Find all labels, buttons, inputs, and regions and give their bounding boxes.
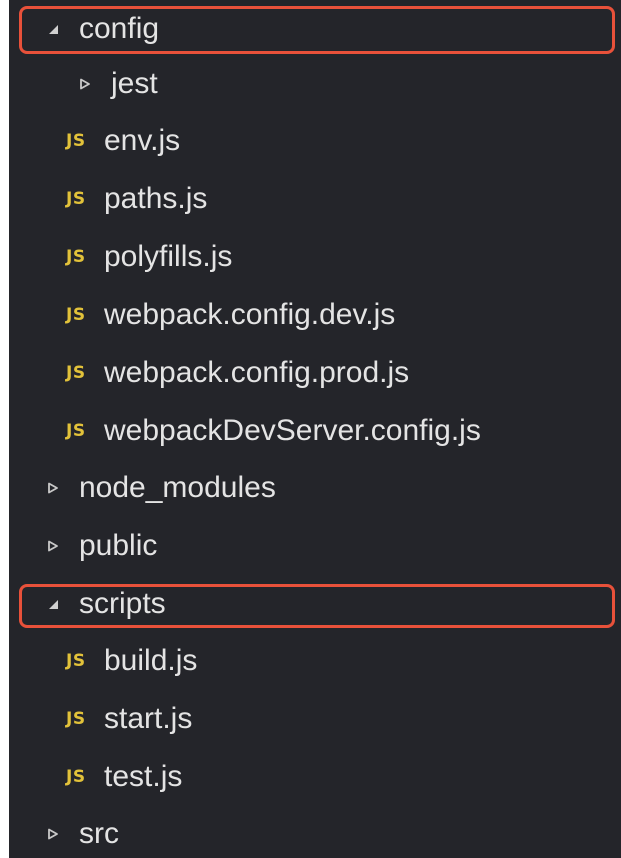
js-file-icon: JS xyxy=(66,189,86,209)
tree-item-start-js[interactable]: JS start.js xyxy=(9,690,621,748)
tree-item-config[interactable]: config xyxy=(9,0,621,58)
tree-item-label: env.js xyxy=(104,124,181,157)
tree-item-label: scripts xyxy=(79,587,166,620)
triangle-down-icon[interactable] xyxy=(43,594,63,614)
tree-item-node-modules[interactable]: node_modules xyxy=(9,459,621,517)
tree-item-webpack-config-prod-js[interactable]: JS webpack.config.prod.js xyxy=(9,344,621,402)
tree-item-label: paths.js xyxy=(104,182,208,215)
triangle-right-icon[interactable] xyxy=(43,824,63,844)
js-file-icon: JS xyxy=(66,131,86,151)
tree-item-polyfills-js[interactable]: JS polyfills.js xyxy=(9,228,621,286)
tree-item-label: polyfills.js xyxy=(104,240,233,273)
tree-item-label: public xyxy=(79,529,158,562)
tree-item-label: webpack.config.prod.js xyxy=(104,356,410,389)
tree-item-scripts[interactable]: scripts xyxy=(9,575,621,633)
tree-item-public[interactable]: public xyxy=(9,517,621,575)
triangle-right-icon[interactable] xyxy=(43,478,63,498)
js-file-icon: JS xyxy=(66,651,86,671)
js-file-icon: JS xyxy=(66,305,86,325)
triangle-right-icon[interactable] xyxy=(75,74,95,94)
triangle-down-icon[interactable] xyxy=(43,19,63,39)
tree-item-src[interactable]: src xyxy=(9,805,621,858)
tree-item-label: build.js xyxy=(104,644,198,677)
tree-item-label: config xyxy=(79,12,160,45)
tree-item-build-js[interactable]: JS build.js xyxy=(9,632,621,690)
triangle-right-icon[interactable] xyxy=(43,536,63,556)
js-file-icon: JS xyxy=(66,421,86,441)
tree-item-jest[interactable]: jest xyxy=(9,55,621,113)
js-file-icon: JS xyxy=(66,363,86,383)
js-file-icon: JS xyxy=(66,709,86,729)
tree-item-label: src xyxy=(79,817,119,850)
file-explorer: config jest JS env.js JS paths.js JS pol… xyxy=(9,0,621,858)
js-file-icon: JS xyxy=(66,247,86,267)
tree-item-test-js[interactable]: JS test.js xyxy=(9,748,621,806)
tree-item-env-js[interactable]: JS env.js xyxy=(9,112,621,170)
tree-item-label: test.js xyxy=(104,760,183,793)
tree-item-label: start.js xyxy=(104,702,193,735)
tree-item-label: webpack.config.dev.js xyxy=(104,298,396,331)
tree-item-label: webpackDevServer.config.js xyxy=(104,414,481,447)
js-file-icon: JS xyxy=(66,767,86,787)
tree-item-paths-js[interactable]: JS paths.js xyxy=(9,170,621,228)
tree-item-webpack-config-dev-js[interactable]: JS webpack.config.dev.js xyxy=(9,286,621,344)
tree-item-webpackdevserver-config-js[interactable]: JS webpackDevServer.config.js xyxy=(9,402,621,460)
tree-item-label: jest xyxy=(111,67,158,100)
tree-item-label: node_modules xyxy=(79,471,276,504)
